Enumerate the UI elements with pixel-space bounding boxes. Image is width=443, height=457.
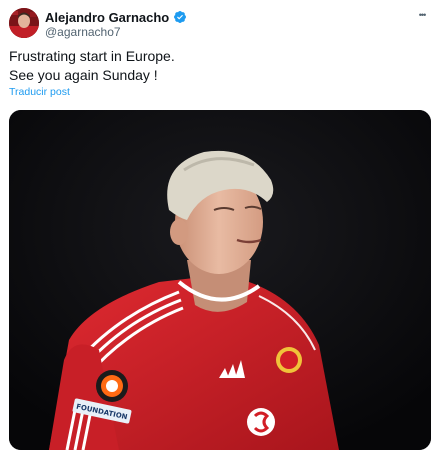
more-options-button[interactable]: ••• — [411, 6, 433, 24]
tweet-text-line: Frustrating start in Europe. — [9, 48, 175, 64]
player-photo: FOUNDATION — [9, 110, 431, 450]
avatar[interactable] — [9, 8, 39, 38]
tweet-text: Frustrating start in Europe. See you aga… — [9, 47, 429, 85]
avatar-photo — [9, 8, 39, 38]
more-options-icon: ••• — [418, 10, 427, 20]
verified-badge-icon — [173, 10, 187, 24]
tweet-text-line: See you again Sunday ! — [9, 67, 158, 83]
author-display-name[interactable]: Alejandro Garnacho — [45, 10, 169, 25]
translate-post-link[interactable]: Traducir post — [9, 86, 70, 98]
tweet-media-photo[interactable]: FOUNDATION — [9, 110, 431, 450]
author-handle[interactable]: @agarnacho7 — [45, 25, 121, 39]
author-name-row: Alejandro Garnacho — [45, 8, 187, 26]
tweet-card: Alejandro Garnacho @agarnacho7 ••• Frust… — [0, 0, 443, 457]
